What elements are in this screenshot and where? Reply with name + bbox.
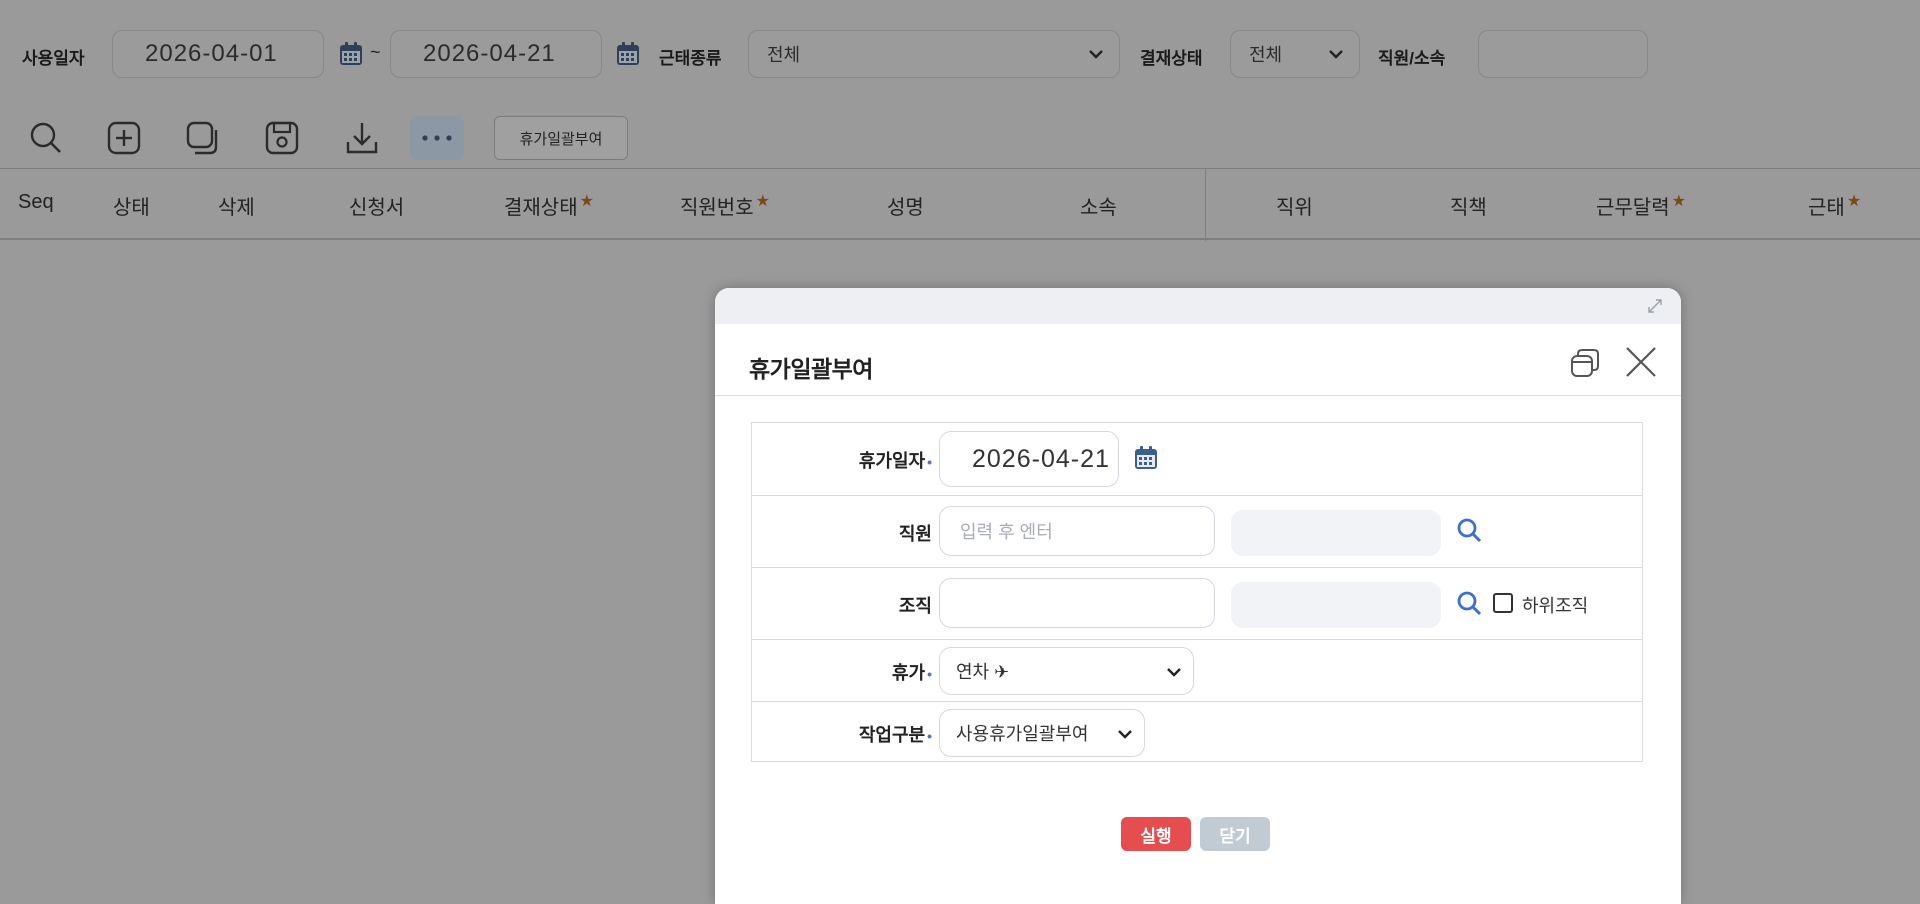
column-header[interactable]: Seq (18, 191, 54, 214)
required-star-icon: ★ (579, 193, 594, 210)
leave-type-value: 연차 ✈ (956, 662, 1010, 682)
form-row-leave-date: 휴가일자 • 2026-04-21 (752, 423, 1642, 496)
search-icon[interactable] (1455, 516, 1483, 544)
column-header[interactable]: 신청서 (349, 191, 404, 220)
leave-type-select[interactable]: 연차 ✈ (939, 647, 1194, 695)
column-header[interactable]: 근태 ★ (1808, 191, 1861, 220)
filter-bar: 사용일자 2026-04-01 ~ 2026-04-21 근태종류 전체 결재상… (0, 0, 1920, 108)
dialog-divider (715, 395, 1681, 396)
form-row-work-type: 작업구분 • 사용휴가일괄부여 (752, 702, 1642, 763)
use-date-label: 사용일자 (22, 49, 85, 68)
column-header[interactable]: 직원번호 ★ (680, 191, 770, 220)
column-header[interactable]: 상태 (113, 191, 150, 220)
required-star-icon: ★ (1846, 193, 1862, 210)
required-dot-icon: • (927, 454, 932, 471)
attendance-type-value: 전체 (767, 45, 801, 65)
required-star-icon: ★ (1671, 193, 1686, 210)
work-type-label: 작업구분 • (858, 725, 932, 745)
column-header[interactable]: 직책 (1450, 191, 1487, 220)
calendar-icon[interactable] (337, 40, 365, 68)
leave-date-input[interactable]: 2026-04-21 (939, 431, 1119, 487)
dialog-form: 휴가일자 • 2026-04-21 직원 입력 후 엔터 조직 하위조직 휴가 … (751, 422, 1643, 762)
close-icon[interactable] (1621, 342, 1661, 382)
employee-input[interactable]: 입력 후 엔터 (939, 506, 1215, 556)
date-from-input[interactable]: 2026-04-01 (112, 30, 324, 78)
leave-label: 휴가 • (891, 663, 932, 683)
approval-status-value: 전체 (1249, 45, 1283, 65)
employee-org-label: 직원/소속 (1378, 49, 1446, 68)
chevron-down-icon (1089, 50, 1103, 59)
chevron-down-icon (1118, 730, 1132, 739)
attendance-type-select[interactable]: 전체 (748, 30, 1120, 78)
column-header[interactable]: 근무달력 ★ (1596, 191, 1686, 220)
save-icon[interactable] (260, 116, 304, 160)
chevron-down-icon (1167, 668, 1181, 677)
date-range-separator: ~ (370, 42, 381, 62)
chevron-down-icon (1329, 50, 1343, 59)
required-dot-icon: • (927, 666, 932, 683)
restore-window-icon[interactable] (1568, 346, 1602, 380)
required-star-icon: ★ (755, 193, 770, 210)
attendance-type-label: 근태종류 (659, 49, 722, 68)
column-header[interactable]: 직위 (1276, 191, 1313, 220)
column-divider (1205, 169, 1206, 241)
copy-icon[interactable] (181, 116, 225, 160)
employee-name-display (1231, 510, 1441, 556)
more-icon[interactable] (410, 116, 464, 160)
employee-org-input[interactable] (1478, 30, 1648, 78)
approval-status-label: 결재상태 (1140, 49, 1203, 68)
dialog-title: 휴가일괄부여 (749, 356, 873, 382)
calendar-icon[interactable] (1132, 444, 1160, 472)
leave-date-label: 휴가일자 • (858, 451, 932, 471)
search-icon[interactable] (1455, 589, 1483, 617)
bulk-leave-grant-button[interactable]: 휴가일괄부여 (494, 116, 628, 160)
date-to-input[interactable]: 2026-04-21 (390, 30, 602, 78)
work-type-value: 사용휴가일괄부여 (956, 724, 1089, 744)
download-icon[interactable] (340, 116, 384, 160)
organization-input[interactable] (939, 578, 1215, 628)
bulk-leave-dialog: 휴가일괄부여 휴가일자 • 2026-04-21 직원 입력 후 엔터 조직 하… (715, 288, 1681, 904)
employee-placeholder: 입력 후 엔터 (960, 522, 1053, 542)
organization-name-display (1231, 582, 1441, 628)
calendar-icon[interactable] (614, 40, 642, 68)
work-type-select[interactable]: 사용휴가일괄부여 (939, 709, 1145, 757)
column-header[interactable]: 삭제 (218, 191, 255, 220)
organization-label: 조직 (898, 596, 932, 616)
column-header[interactable]: 소속 (1080, 191, 1117, 220)
run-button[interactable]: 실행 (1121, 817, 1191, 851)
column-header[interactable]: 성명 (887, 191, 924, 220)
sub-org-checkbox[interactable] (1493, 593, 1513, 613)
expand-icon[interactable] (1645, 296, 1665, 316)
required-dot-icon: • (927, 728, 932, 745)
employee-label: 직원 (898, 524, 932, 544)
form-row-employee: 직원 입력 후 엔터 (752, 496, 1642, 568)
dialog-drag-bar[interactable] (715, 288, 1681, 324)
add-icon[interactable] (102, 116, 146, 160)
search-icon[interactable] (24, 116, 68, 160)
form-row-organization: 조직 하위조직 (752, 568, 1642, 640)
grid-header: Seq 상태 삭제 신청서 결재상태 ★ 직원번호 ★ 성명 소속 직위 직책 근무… (0, 168, 1920, 241)
form-row-leave: 휴가 • 연차 ✈ (752, 640, 1642, 702)
column-header[interactable]: 결재상태 ★ (504, 191, 594, 220)
approval-status-select[interactable]: 전체 (1230, 30, 1360, 78)
close-button[interactable]: 닫기 (1200, 817, 1270, 851)
sub-org-label: 하위조직 (1522, 596, 1589, 616)
